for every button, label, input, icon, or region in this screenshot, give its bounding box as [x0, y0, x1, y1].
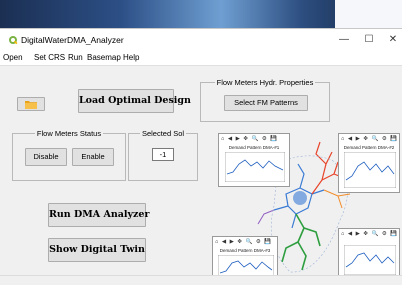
title-bar: DigitalWaterDMA_Analyzer — ☐ ✕: [0, 29, 402, 51]
maximize-button[interactable]: ☐: [358, 33, 380, 47]
digital-twin-preview: ⌂ ◀ ▶ ✥ 🔍 ⚙ 💾 Demand Pattern DMA-#1 ⌂ ◀ …: [208, 124, 400, 280]
demand-line: [344, 245, 396, 275]
run-dma-analyzer-button[interactable]: Run DMA Analyzer: [48, 203, 149, 227]
fm-hydr-group-title: Flow Meters Hydr. Properties: [214, 78, 316, 87]
close-button[interactable]: ✕: [382, 33, 402, 47]
menu-set-crs[interactable]: Set CRS: [34, 53, 65, 62]
plot-title-dma-1: Demand Pattern DMA-#1: [228, 145, 280, 150]
plot-toolbar[interactable]: ⌂ ◀ ▶ ✥ 🔍 ⚙ 💾: [221, 136, 278, 142]
select-fm-patterns-button[interactable]: Select FM Patterns: [224, 95, 308, 111]
window-title: DigitalWaterDMA_Analyzer: [21, 35, 124, 45]
disable-button[interactable]: Disable: [25, 148, 67, 166]
menu-help[interactable]: Help: [123, 53, 139, 62]
plot-title-dma-3: Demand Pattern DMA-#3: [219, 248, 271, 253]
menu-run[interactable]: Run: [68, 53, 83, 62]
qgis-app-icon: [9, 36, 18, 45]
plot-window-dma-4: ⌂ ◀ ▶ ✥ 🔍 ⚙ 💾: [338, 228, 400, 280]
plot-toolbar[interactable]: ⌂ ◀ ▶ ✥ 🔍 ⚙ 💾: [341, 231, 398, 237]
plot-window-dma-1: ⌂ ◀ ▶ ✥ 🔍 ⚙ 💾 Demand Pattern DMA-#1: [218, 133, 290, 187]
selected-sol-label: Selected Sol: [139, 129, 187, 138]
menu-basemap[interactable]: Basemap: [87, 53, 121, 62]
show-digital-twin-button[interactable]: Show Digital Twin: [48, 238, 146, 262]
plot-title-dma-2: Demand Pattern DMA-#2: [343, 145, 395, 150]
demand-line: [344, 152, 396, 188]
menu-bar: Open Set CRS Run Basemap Help: [0, 51, 402, 66]
status-bar: [0, 275, 402, 285]
desktop-gap: [335, 0, 402, 28]
plot-window-dma-3: ⌂ ◀ ▶ ✥ 🔍 ⚙ 💾 Demand Pattern DMA-#3: [212, 236, 278, 280]
minimize-button[interactable]: —: [333, 33, 355, 47]
plot-window-dma-2: ⌂ ◀ ▶ ✥ 🔍 ⚙ 💾 Demand Pattern DMA-#2: [338, 133, 400, 193]
load-optimal-design-button[interactable]: Load Optimal Design: [78, 89, 191, 113]
open-folder-button[interactable]: [17, 97, 45, 111]
menu-open[interactable]: Open: [3, 53, 23, 62]
app-window: DigitalWaterDMA_Analyzer — ☐ ✕ Open Set …: [0, 28, 402, 285]
folder-icon: [25, 101, 37, 109]
fm-status-group-title: Flow Meters Status: [34, 129, 104, 138]
demand-line: [225, 152, 285, 182]
desktop-background: [0, 0, 402, 28]
plot-toolbar[interactable]: ⌂ ◀ ▶ ✥ 🔍 ⚙ 💾: [215, 239, 272, 245]
plot-toolbar[interactable]: ⌂ ◀ ▶ ✥ 🔍 ⚙ 💾: [341, 136, 398, 142]
selected-sol-input[interactable]: -1: [152, 148, 174, 161]
enable-button[interactable]: Enable: [72, 148, 114, 166]
